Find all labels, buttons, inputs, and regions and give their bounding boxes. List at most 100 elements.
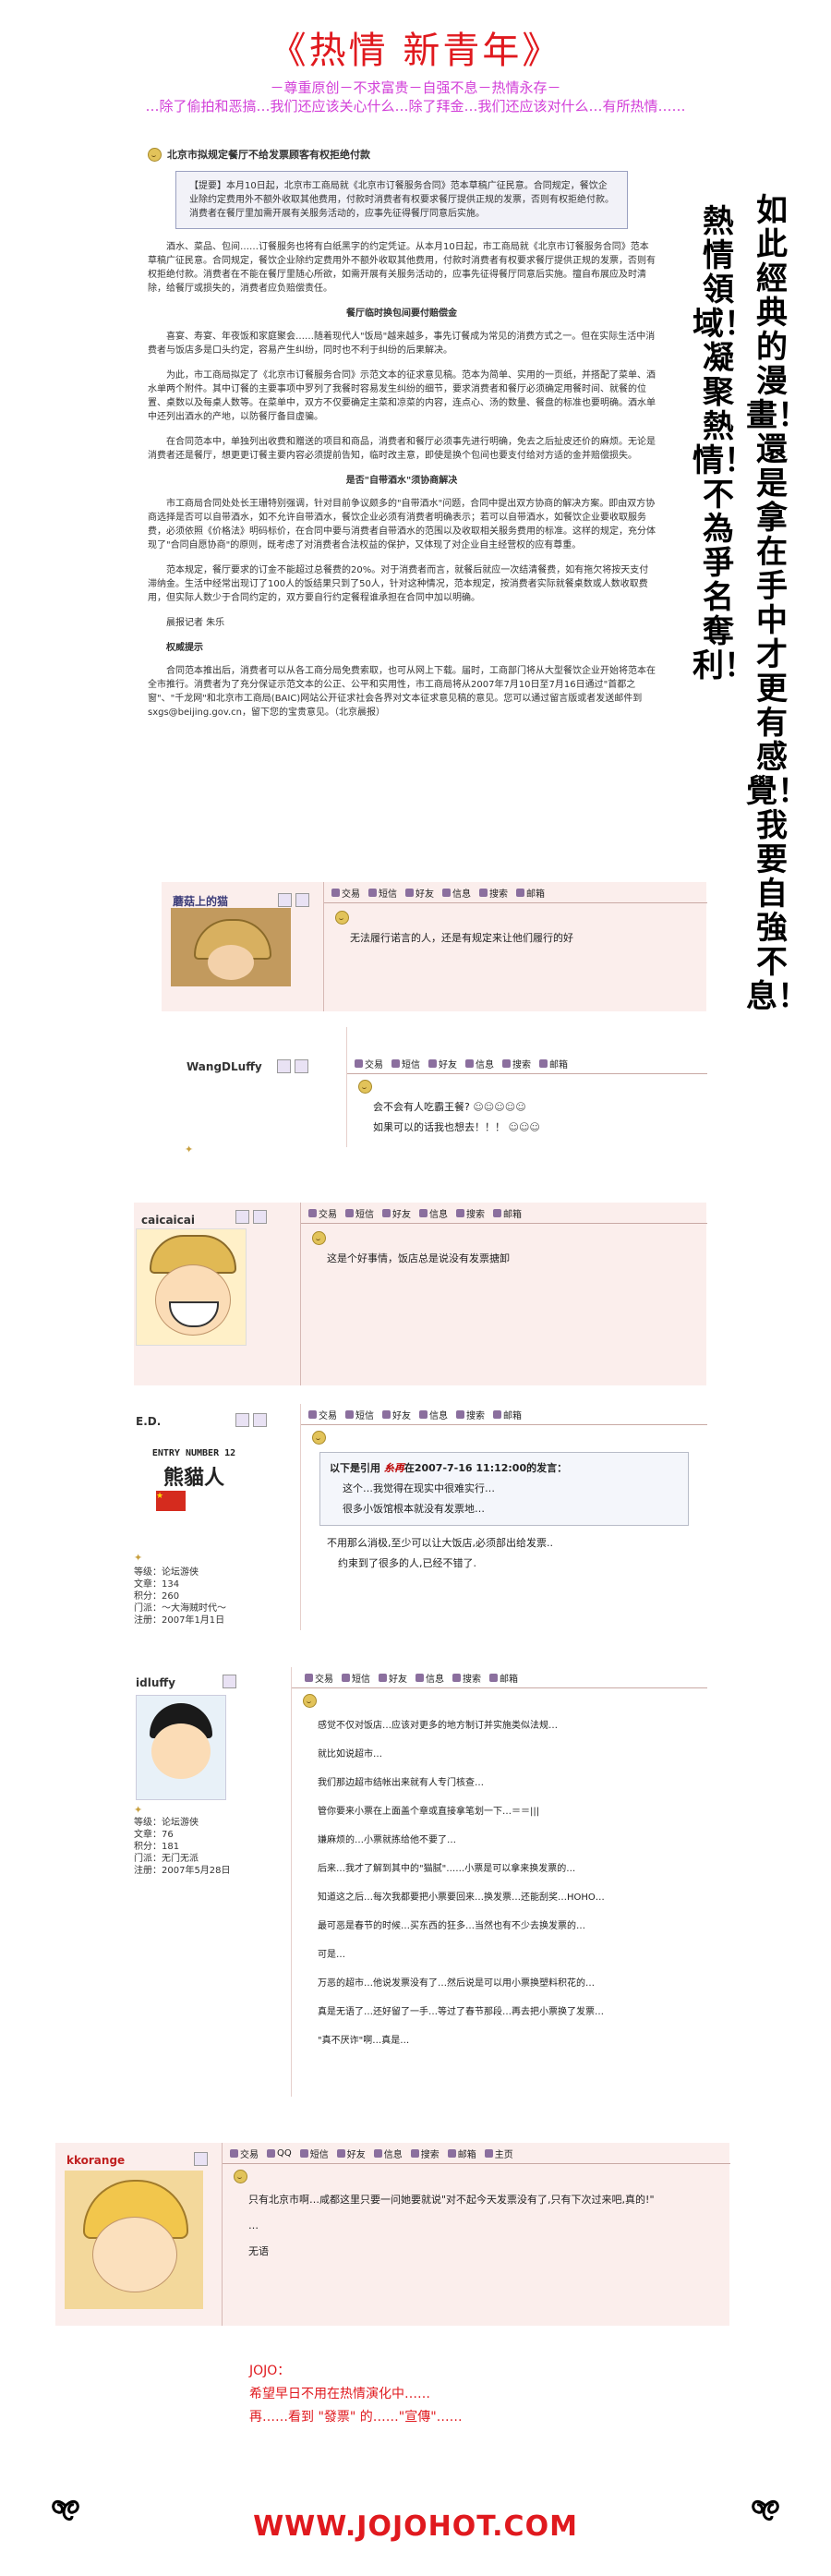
post-toolbar: 交易 QQ 短信 好友 信息 搜索 邮箱 主页 bbox=[223, 2143, 730, 2164]
search-button[interactable]: 搜索 bbox=[502, 1057, 531, 1070]
message-button[interactable]: 短信 bbox=[345, 1408, 374, 1421]
post-content: 交易 短信 好友 信息 搜索 邮箱 无法履行诺言的人，还是有规定来让他们履行的好 bbox=[323, 882, 707, 1011]
pm-icon[interactable] bbox=[295, 893, 309, 907]
mail-button[interactable]: 邮箱 bbox=[493, 1408, 522, 1421]
friend-icon bbox=[382, 1409, 391, 1419]
post-line: 可是… bbox=[318, 1950, 345, 1960]
trade-button[interactable]: 交易 bbox=[308, 1408, 337, 1421]
emoticon-row: ☺☺☺☺☺ bbox=[473, 1101, 526, 1113]
post-line: 真是无语了…还好留了一手…等过了春节那段…再去把小票换了发票… bbox=[318, 2007, 604, 2017]
mail-button[interactable]: 邮箱 bbox=[447, 2147, 476, 2160]
article-reporter: 晨报记者 朱乐 bbox=[166, 618, 225, 628]
message-button[interactable]: 短信 bbox=[391, 1057, 420, 1070]
post-toolbar: 交易 短信 好友 信息 搜索 邮箱 bbox=[301, 1203, 707, 1224]
article-paragraph: 酒水、菜品、包间……订餐服务也将有白纸黑字的约定凭证。从本月10日起，市工商局就… bbox=[148, 242, 656, 294]
friend-icon bbox=[336, 2148, 345, 2158]
user-info: 等级：论坛游侠 文章：76 积分：181 门派：无门无派 注册：2007年5月2… bbox=[134, 1817, 231, 1877]
username[interactable]: WangDLuffy bbox=[187, 1060, 262, 1073]
info-icon bbox=[442, 888, 451, 897]
profile-icon[interactable] bbox=[235, 1210, 249, 1224]
post-toolbar: 交易 短信 好友 信息 搜索 邮箱 bbox=[292, 1667, 707, 1688]
username[interactable]: idluffy bbox=[136, 1676, 175, 1689]
user-posts: 文章：76 bbox=[134, 1830, 174, 1840]
post-line: 就比如说超市… bbox=[318, 1749, 382, 1760]
username[interactable]: 蘑菇上的猫 bbox=[173, 893, 228, 909]
forum-post: idluffy ✦ 等级：论坛游侠 文章：76 积分：181 门派：无门无派 注… bbox=[134, 1667, 707, 2097]
post-body: 感觉不仅对饭店…应该对更多的地方制订并实施类似法规… 就比如说超市… 我们那边超… bbox=[292, 1711, 707, 2055]
trade-icon bbox=[305, 1673, 313, 1682]
username[interactable]: E.D. bbox=[136, 1415, 161, 1428]
trade-button[interactable]: 交易 bbox=[230, 2147, 259, 2160]
search-button[interactable]: 搜索 bbox=[452, 1671, 481, 1685]
pm-icon[interactable] bbox=[253, 1210, 267, 1224]
search-button[interactable]: 搜索 bbox=[456, 1206, 485, 1220]
article-paragraph: 合同范本推出后，消费者可以从各工商分局免费索取，也可从网上下载。届时，工商部门将… bbox=[148, 666, 656, 718]
info-button[interactable]: 信息 bbox=[442, 886, 471, 900]
profile-icon[interactable] bbox=[223, 1675, 236, 1688]
quote-header: 以下是引用 糸再在2007-7-16 11:12:00的发言： bbox=[330, 1462, 568, 1474]
trade-button[interactable]: 交易 bbox=[305, 1671, 333, 1685]
username[interactable]: caicaicai bbox=[141, 1214, 195, 1227]
post-content: 交易 短信 好友 信息 搜索 邮箱 感觉不仅对饭店…应该对更多的地方制订并实施类… bbox=[291, 1667, 707, 2097]
mail-button[interactable]: 邮箱 bbox=[489, 1671, 518, 1685]
message-button[interactable]: 短信 bbox=[299, 2147, 329, 2160]
post-sidebar: 蘑菇上的猫 bbox=[162, 882, 323, 1011]
mail-icon bbox=[539, 1058, 548, 1068]
post-line: … bbox=[248, 2219, 259, 2231]
trade-button[interactable]: 交易 bbox=[331, 886, 360, 900]
qq-button[interactable]: QQ bbox=[267, 2148, 292, 2159]
info-button[interactable]: 信息 bbox=[419, 1408, 448, 1421]
post-line: "真不厌诈"啊…真是… bbox=[318, 2036, 410, 2046]
user-info: 等级：论坛游侠 文章：134 积分：260 门派：～大海贼时代～ 注册：2007… bbox=[134, 1566, 226, 1627]
post-line: 无法履行诺言的人，还是有规定来让他们履行的好 bbox=[350, 932, 573, 944]
mail-icon bbox=[447, 2148, 456, 2158]
search-button[interactable]: 搜索 bbox=[479, 886, 508, 900]
rank-icon: ✦ bbox=[134, 1552, 143, 1564]
article-headline: 北京市拟规定餐厅不给发票顾客有权拒绝付款 bbox=[148, 148, 656, 162]
friend-button[interactable]: 好友 bbox=[379, 1671, 407, 1685]
user-icons bbox=[235, 1210, 267, 1224]
smiley-icon bbox=[335, 911, 349, 925]
pm-icon[interactable] bbox=[295, 1059, 308, 1073]
friend-button[interactable]: 好友 bbox=[428, 1057, 457, 1070]
friend-button[interactable]: 好友 bbox=[405, 886, 434, 900]
info-button[interactable]: 信息 bbox=[465, 1057, 494, 1070]
trade-button[interactable]: 交易 bbox=[308, 1206, 337, 1220]
article-paragraph: 喜宴、寿宴、年夜饭和家庭聚会……随着现代人"饭局"越来越多，事先订餐成为常见的消… bbox=[148, 332, 656, 356]
friend-button[interactable]: 好友 bbox=[336, 2147, 366, 2160]
site-url-link[interactable]: WWW.JOJOHOT.COM bbox=[0, 2510, 831, 2543]
post-line: 如果可以的话我也想去！！！ ☺☺☺ bbox=[373, 1121, 540, 1133]
info-button[interactable]: 信息 bbox=[416, 1671, 444, 1685]
forum-post: caicaicai 交易 短信 好友 信息 搜索 邮箱 这是个好事情，饭店总是说… bbox=[134, 1203, 707, 1385]
pm-icon[interactable] bbox=[253, 1413, 267, 1427]
profile-icon[interactable] bbox=[235, 1413, 249, 1427]
info-button[interactable]: 信息 bbox=[373, 2147, 403, 2160]
profile-icon[interactable] bbox=[194, 2152, 208, 2166]
search-button[interactable]: 搜索 bbox=[456, 1408, 485, 1421]
smiley-icon bbox=[312, 1231, 326, 1245]
username[interactable]: kkorange bbox=[66, 2154, 125, 2167]
homepage-button[interactable]: 主页 bbox=[484, 2147, 513, 2160]
info-button[interactable]: 信息 bbox=[419, 1206, 448, 1220]
post-line: 感觉不仅对饭店…应该对更多的地方制订并实施类似法规… bbox=[318, 1721, 558, 1731]
avatar-title: 熊貓人 bbox=[163, 1467, 224, 1490]
mail-button[interactable]: 邮箱 bbox=[516, 886, 545, 900]
message-button[interactable]: 短信 bbox=[368, 886, 397, 900]
mail-button[interactable]: 邮箱 bbox=[539, 1057, 568, 1070]
forum-post: kkorange 交易 QQ 短信 好友 信息 搜索 邮箱 主页 只有北京市啊…… bbox=[55, 2143, 730, 2326]
friend-button[interactable]: 好友 bbox=[382, 1408, 411, 1421]
trade-button[interactable]: 交易 bbox=[355, 1057, 383, 1070]
user-level: 等级：论坛游侠 bbox=[134, 1567, 199, 1578]
mail-button[interactable]: 邮箱 bbox=[493, 1206, 522, 1220]
trade-icon bbox=[355, 1058, 363, 1068]
user-icons bbox=[277, 1059, 308, 1073]
search-button[interactable]: 搜索 bbox=[410, 2147, 440, 2160]
message-button[interactable]: 短信 bbox=[345, 1206, 374, 1220]
user-points: 积分：181 bbox=[134, 1842, 180, 1852]
article-paragraph: 为此，市工商局拟定了《北京市订餐服务合同》示范文本的征求意见稿。范本为简单、实用… bbox=[148, 370, 656, 422]
profile-icon[interactable] bbox=[277, 1059, 291, 1073]
message-button[interactable]: 短信 bbox=[342, 1671, 370, 1685]
friend-button[interactable]: 好友 bbox=[382, 1206, 411, 1220]
profile-icon[interactable] bbox=[278, 893, 292, 907]
forum-post: WangDLuffy ✦ 交易 短信 好友 信息 搜索 邮箱 会不会有人吃霸王餐… bbox=[175, 1027, 707, 1155]
